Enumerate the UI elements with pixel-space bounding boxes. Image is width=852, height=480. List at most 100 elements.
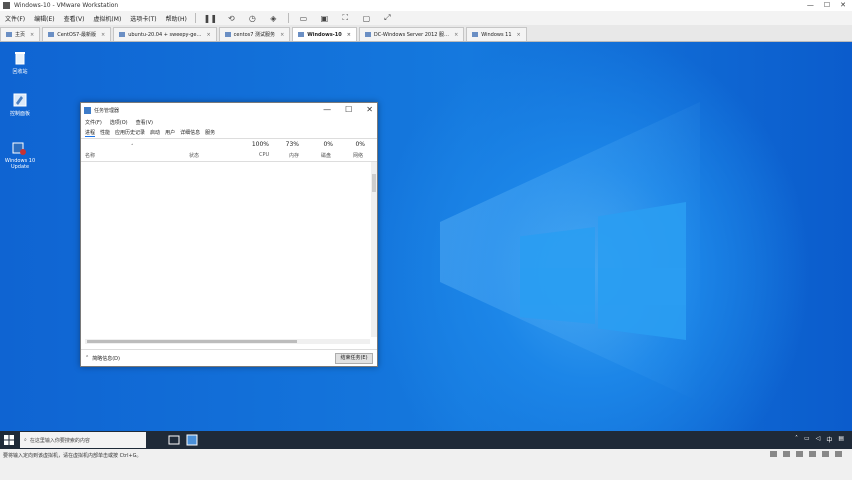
task-manager-icon	[84, 106, 91, 114]
tm-menu-file[interactable]: 文件(F)	[85, 119, 102, 126]
display-icon[interactable]	[835, 451, 842, 457]
column-disk[interactable]: 磁盘	[321, 152, 331, 159]
tab-users[interactable]: 用户	[165, 129, 175, 136]
tab-app-history[interactable]: 应用历史记录	[115, 129, 145, 136]
sound-icon[interactable]	[822, 451, 829, 457]
fullscreen-icon[interactable]: ⛶	[341, 13, 350, 23]
maximize-icon[interactable]: ☐	[824, 1, 830, 9]
update-icon	[12, 140, 28, 156]
close-tab-icon[interactable]: ×	[30, 32, 34, 38]
end-task-button[interactable]: 结束任务(E)	[335, 353, 373, 364]
hard-disk-icon[interactable]	[770, 451, 777, 457]
scrollbar-thumb[interactable]	[87, 340, 297, 343]
tab-windows11[interactable]: Windows 11 ×	[466, 27, 527, 41]
tab-startup[interactable]: 启动	[150, 129, 160, 136]
task-manager-window: 任务管理器 — ☐ ✕ 文件(F) 选项(O) 查看(V) 进程 性能 应用历史…	[80, 102, 378, 367]
start-button[interactable]	[0, 431, 18, 449]
tab-windows10[interactable]: Windows-10 ×	[292, 27, 357, 41]
tab-processes[interactable]: 进程	[85, 129, 96, 137]
volume-icon[interactable]: ◁	[816, 435, 821, 444]
home-icon	[6, 32, 12, 37]
console-icon[interactable]: ⤢	[383, 13, 392, 23]
task-manager-controls: — ☐ ✕	[323, 105, 373, 114]
process-list[interactable]	[81, 162, 377, 342]
tab-dc-windows-server[interactable]: DC-Windows Server 2012 服… ×	[358, 27, 465, 41]
menu-vm[interactable]: 虚拟机(M)	[93, 14, 121, 23]
tm-menu-view[interactable]: 查看(V)	[136, 119, 153, 126]
close-tab-icon[interactable]: ×	[280, 32, 284, 38]
chevron-up-icon[interactable]: ⌃	[85, 355, 89, 361]
desktop-icon-label: Windows 10 Update	[4, 158, 36, 170]
tab-performance[interactable]: 性能	[100, 129, 110, 136]
vm-icon	[119, 32, 126, 37]
close-tab-icon[interactable]: ×	[206, 32, 210, 38]
revert-snapshot-icon[interactable]: ◷	[248, 14, 257, 23]
desktop-icon-recycle-bin[interactable]: 回收站	[0, 50, 40, 75]
column-status[interactable]: 状态	[189, 152, 199, 159]
close-icon[interactable]: ✕	[366, 105, 373, 114]
wallpaper-logo-pane	[520, 268, 595, 324]
tab-centos7-test[interactable]: centos7 测试服务 ×	[218, 27, 291, 41]
minimize-icon[interactable]: —	[807, 1, 814, 9]
column-name[interactable]: 名称	[85, 152, 95, 159]
tab-details[interactable]: 详细信息	[180, 129, 200, 136]
tab-ubuntu[interactable]: ubuntu-20.04 + sweepy-ge… ×	[113, 27, 217, 41]
desktop-icon-control-panel[interactable]: 控制面板	[0, 92, 40, 117]
menu-view[interactable]: 查看(V)	[64, 14, 85, 23]
thumbnail-icon[interactable]: ▣	[320, 14, 329, 23]
close-tab-icon[interactable]: ×	[101, 32, 105, 38]
tab-home[interactable]: 主页 ×	[0, 27, 41, 41]
vm-tab-strip: 主页 × CentOS7-最新版 × ubuntu-20.04 + sweepy-g…	[0, 25, 852, 42]
minimize-icon[interactable]: —	[323, 105, 331, 114]
desktop-icon-update[interactable]: Windows 10 Update	[0, 140, 40, 170]
window-title: Windows-10 - VMware Workstation	[14, 2, 119, 9]
pause-icon[interactable]: ❚❚	[204, 14, 217, 23]
column-cpu[interactable]: CPU	[259, 152, 269, 158]
unity-icon[interactable]: ▢	[362, 14, 371, 23]
library-icon[interactable]: ▭	[299, 14, 308, 23]
process-table-header: 名称 ˄ 状态 100% CPU 73% 内存 0% 磁盘 0% 网络	[81, 139, 377, 162]
horizontal-scrollbar[interactable]	[85, 339, 370, 344]
tab-centos7[interactable]: CentOS7-最新版 ×	[42, 27, 112, 41]
desktop-icon-label: 回收站	[12, 69, 28, 75]
manage-snapshots-icon[interactable]: ◈	[269, 14, 278, 23]
usb-icon[interactable]	[809, 451, 816, 457]
column-network[interactable]: 网络	[353, 152, 363, 159]
task-view-icon[interactable]	[168, 434, 180, 446]
menu-tabs[interactable]: 选项卡(T)	[130, 14, 156, 23]
fewer-details-link[interactable]: 简略信息(D)	[92, 355, 120, 362]
task-manager-taskbar-icon[interactable]	[186, 434, 198, 446]
recycle-bin-icon	[12, 50, 28, 66]
network-adapter-icon[interactable]	[796, 451, 803, 457]
close-tab-icon[interactable]: ×	[347, 32, 351, 38]
tab-services[interactable]: 服务	[205, 129, 215, 136]
vm-icon	[224, 32, 231, 37]
notification-icon[interactable]: ▤	[838, 435, 844, 444]
menu-help[interactable]: 帮助(H)	[166, 14, 187, 23]
vertical-scrollbar[interactable]	[371, 162, 377, 337]
tm-menu-options[interactable]: 选项(O)	[110, 119, 128, 126]
close-icon[interactable]: ✕	[840, 1, 846, 9]
menu-edit[interactable]: 编辑(E)	[34, 14, 54, 23]
snapshot-icon[interactable]: ⟲	[227, 14, 236, 23]
ime-icon[interactable]: 中	[826, 435, 832, 444]
cd-drive-icon[interactable]	[783, 451, 790, 457]
sort-chevron-icon[interactable]: ˄	[131, 144, 134, 150]
maximize-icon[interactable]: ☐	[345, 105, 352, 114]
disk-usage-value: 0%	[323, 141, 333, 148]
task-manager-menu-bar: 文件(F) 选项(O) 查看(V)	[81, 117, 377, 127]
windows-logo-icon	[4, 435, 14, 445]
chevron-up-icon[interactable]: ˄	[795, 435, 798, 444]
network-icon[interactable]: ▭	[804, 435, 810, 444]
scrollbar-thumb[interactable]	[372, 174, 376, 192]
taskbar-search-box[interactable]: ⌕ 在这里输入你要搜索的内容	[20, 432, 146, 448]
column-memory[interactable]: 内存	[289, 152, 299, 159]
network-usage-value: 0%	[355, 141, 365, 148]
vm-icon	[48, 32, 55, 37]
close-tab-icon[interactable]: ×	[454, 32, 458, 38]
window-controls: — ☐ ✕	[807, 1, 846, 9]
vmware-menu-bar: 文件(F) 编辑(E) 查看(V) 虚拟机(M) 选项卡(T) 帮助(H) ❚❚…	[0, 11, 852, 25]
menu-file[interactable]: 文件(F)	[5, 14, 25, 23]
close-tab-icon[interactable]: ×	[517, 32, 521, 38]
tab-label: CentOS7-最新版	[57, 32, 97, 38]
